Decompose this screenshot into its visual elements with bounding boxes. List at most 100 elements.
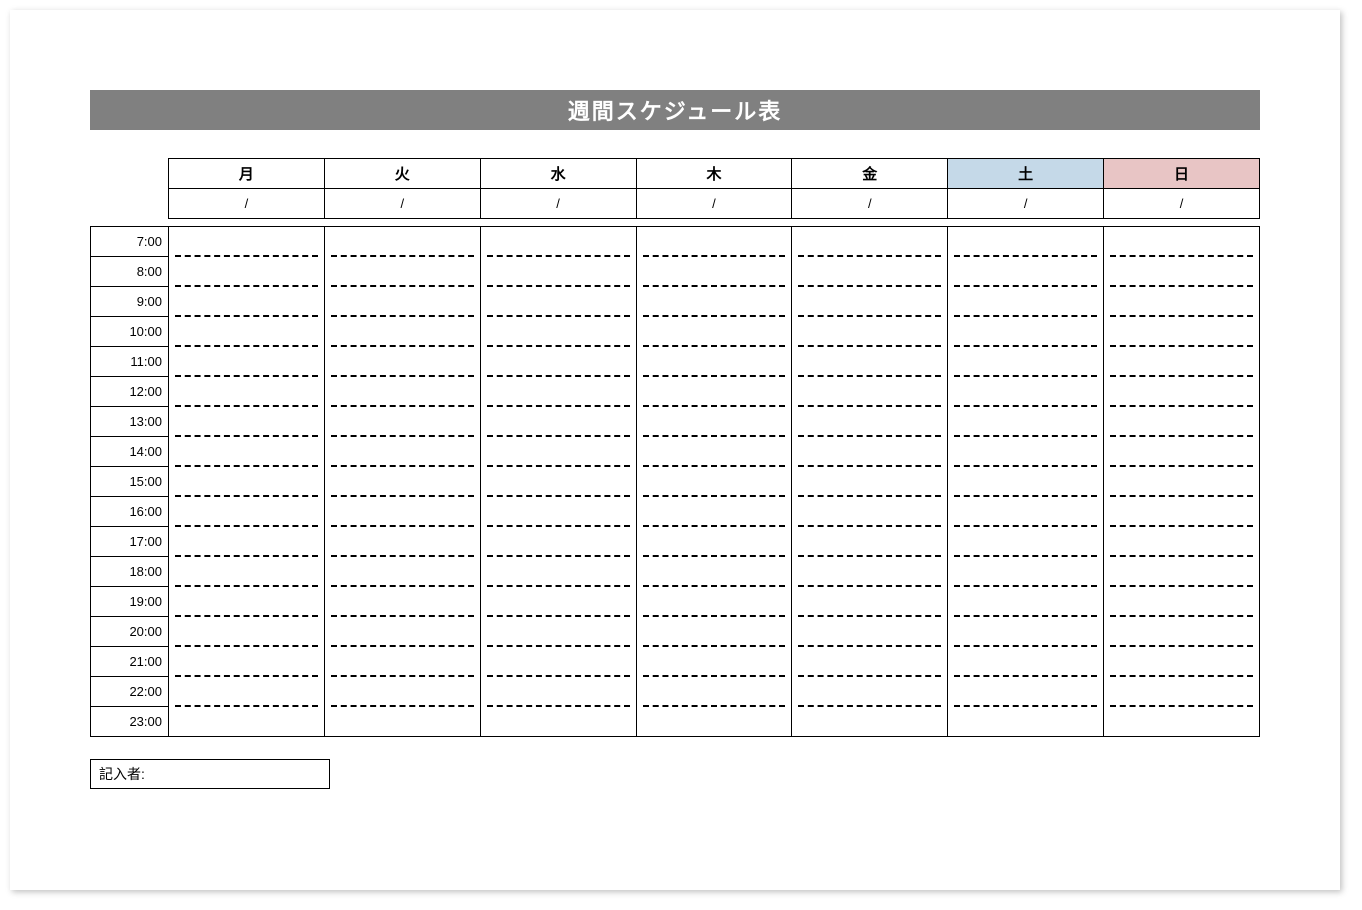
schedule-cell[interactable] [169, 587, 325, 617]
schedule-cell[interactable] [324, 377, 480, 407]
schedule-cell[interactable] [324, 647, 480, 677]
schedule-cell[interactable] [948, 407, 1104, 437]
schedule-cell[interactable] [324, 227, 480, 257]
schedule-cell[interactable] [636, 617, 792, 647]
schedule-cell[interactable] [480, 557, 636, 587]
schedule-cell[interactable] [1104, 347, 1260, 377]
schedule-cell[interactable] [792, 407, 948, 437]
schedule-cell[interactable] [792, 287, 948, 317]
date-cell-wed[interactable]: / [480, 189, 636, 219]
schedule-cell[interactable] [169, 557, 325, 587]
schedule-cell[interactable] [324, 287, 480, 317]
schedule-cell[interactable] [948, 557, 1104, 587]
schedule-cell[interactable] [792, 497, 948, 527]
date-cell-thu[interactable]: / [636, 189, 792, 219]
date-cell-sun[interactable]: / [1104, 189, 1260, 219]
schedule-cell[interactable] [480, 407, 636, 437]
schedule-cell[interactable] [792, 677, 948, 707]
schedule-cell[interactable] [948, 317, 1104, 347]
schedule-cell[interactable] [324, 497, 480, 527]
schedule-cell[interactable] [636, 437, 792, 467]
schedule-cell[interactable] [948, 257, 1104, 287]
schedule-cell[interactable] [636, 497, 792, 527]
date-cell-mon[interactable]: / [169, 189, 325, 219]
schedule-cell[interactable] [792, 617, 948, 647]
schedule-cell[interactable] [1104, 677, 1260, 707]
schedule-cell[interactable] [324, 437, 480, 467]
schedule-cell[interactable] [636, 317, 792, 347]
schedule-cell[interactable] [169, 407, 325, 437]
schedule-cell[interactable] [636, 347, 792, 377]
schedule-cell[interactable] [792, 377, 948, 407]
schedule-cell[interactable] [636, 377, 792, 407]
schedule-cell[interactable] [636, 527, 792, 557]
schedule-cell[interactable] [792, 437, 948, 467]
schedule-cell[interactable] [169, 257, 325, 287]
schedule-cell[interactable] [948, 677, 1104, 707]
schedule-cell[interactable] [948, 437, 1104, 467]
schedule-cell[interactable] [1104, 587, 1260, 617]
date-cell-tue[interactable]: / [324, 189, 480, 219]
schedule-cell[interactable] [480, 647, 636, 677]
schedule-cell[interactable] [169, 287, 325, 317]
schedule-cell[interactable] [480, 257, 636, 287]
schedule-cell[interactable] [324, 407, 480, 437]
schedule-cell[interactable] [480, 707, 636, 737]
schedule-cell[interactable] [324, 317, 480, 347]
schedule-cell[interactable] [948, 617, 1104, 647]
schedule-cell[interactable] [1104, 617, 1260, 647]
schedule-cell[interactable] [792, 557, 948, 587]
schedule-cell[interactable] [636, 257, 792, 287]
schedule-cell[interactable] [324, 527, 480, 557]
schedule-cell[interactable] [948, 527, 1104, 557]
schedule-cell[interactable] [324, 617, 480, 647]
schedule-cell[interactable] [948, 497, 1104, 527]
schedule-cell[interactable] [169, 647, 325, 677]
schedule-cell[interactable] [169, 527, 325, 557]
schedule-cell[interactable] [792, 227, 948, 257]
schedule-cell[interactable] [636, 407, 792, 437]
schedule-cell[interactable] [169, 317, 325, 347]
schedule-cell[interactable] [792, 347, 948, 377]
schedule-cell[interactable] [948, 227, 1104, 257]
schedule-cell[interactable] [948, 467, 1104, 497]
schedule-cell[interactable] [636, 557, 792, 587]
schedule-cell[interactable] [948, 377, 1104, 407]
schedule-cell[interactable] [792, 587, 948, 617]
schedule-cell[interactable] [1104, 527, 1260, 557]
schedule-cell[interactable] [636, 677, 792, 707]
schedule-cell[interactable] [169, 347, 325, 377]
schedule-cell[interactable] [1104, 707, 1260, 737]
schedule-cell[interactable] [480, 617, 636, 647]
schedule-cell[interactable] [324, 587, 480, 617]
schedule-cell[interactable] [480, 347, 636, 377]
schedule-cell[interactable] [169, 377, 325, 407]
schedule-cell[interactable] [169, 227, 325, 257]
schedule-cell[interactable] [480, 227, 636, 257]
schedule-cell[interactable] [792, 317, 948, 347]
schedule-cell[interactable] [1104, 287, 1260, 317]
schedule-cell[interactable] [480, 497, 636, 527]
author-box[interactable]: 記入者: [90, 759, 330, 789]
schedule-cell[interactable] [948, 287, 1104, 317]
schedule-cell[interactable] [948, 587, 1104, 617]
schedule-cell[interactable] [948, 347, 1104, 377]
schedule-cell[interactable] [1104, 437, 1260, 467]
schedule-cell[interactable] [792, 257, 948, 287]
schedule-cell[interactable] [480, 437, 636, 467]
schedule-cell[interactable] [636, 647, 792, 677]
schedule-cell[interactable] [169, 677, 325, 707]
schedule-cell[interactable] [636, 287, 792, 317]
schedule-cell[interactable] [324, 707, 480, 737]
schedule-cell[interactable] [792, 467, 948, 497]
schedule-cell[interactable] [1104, 467, 1260, 497]
schedule-cell[interactable] [169, 467, 325, 497]
schedule-cell[interactable] [1104, 407, 1260, 437]
schedule-cell[interactable] [480, 587, 636, 617]
schedule-cell[interactable] [1104, 497, 1260, 527]
schedule-cell[interactable] [792, 647, 948, 677]
schedule-cell[interactable] [169, 497, 325, 527]
schedule-cell[interactable] [480, 287, 636, 317]
schedule-cell[interactable] [480, 467, 636, 497]
schedule-cell[interactable] [480, 317, 636, 347]
